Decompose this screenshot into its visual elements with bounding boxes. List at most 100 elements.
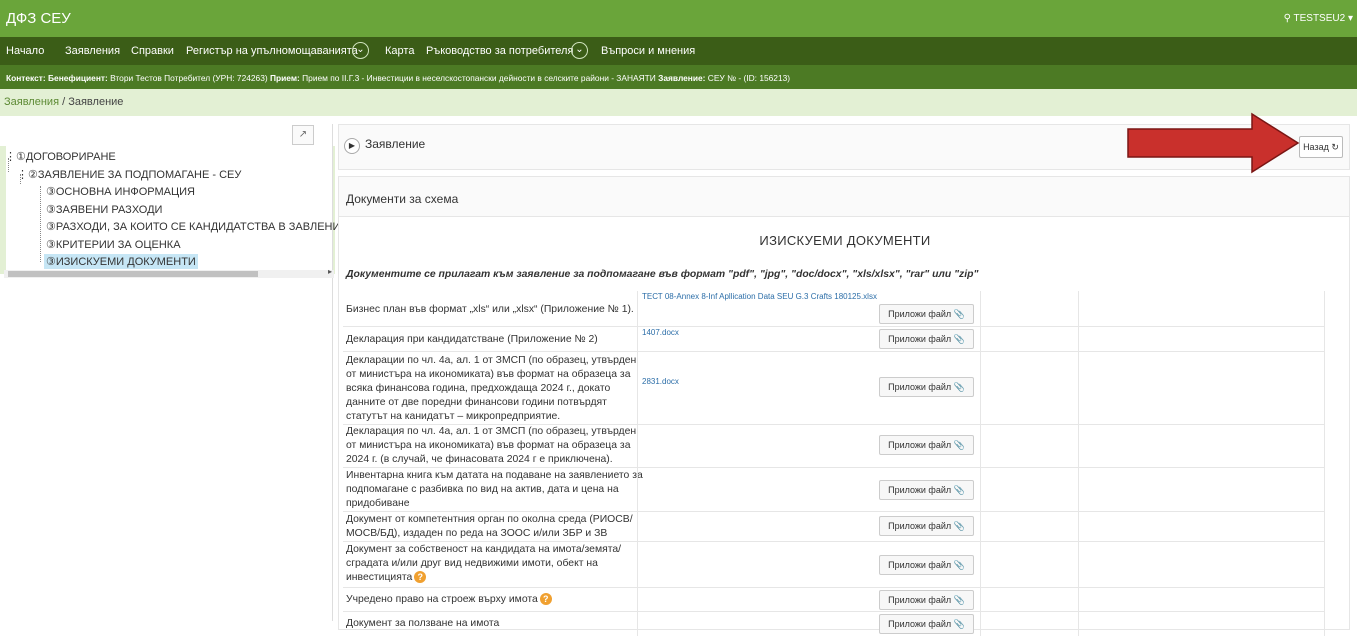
nav-authorizations[interactable]: Регистър на упълномощаванията xyxy=(186,45,358,57)
back-button[interactable]: Назад ↻ xyxy=(1299,136,1343,158)
row-description: Декларация по чл. 4а, ал. 1 от ЗМСП (по … xyxy=(346,426,637,465)
row-description: Бизнес план във формат „xls“ или „xlsx“ … xyxy=(346,304,634,315)
nav-map[interactable]: Карта xyxy=(385,45,414,57)
empty-cell xyxy=(981,468,1079,511)
paperclip-icon: 📎 xyxy=(953,560,965,570)
attach-file-button[interactable]: Приложи файл 📎 xyxy=(879,304,974,324)
attach-label: Приложи файл xyxy=(888,560,952,570)
help-icon[interactable]: ? xyxy=(539,593,552,606)
attach-file-button[interactable]: Приложи файл 📎 xyxy=(879,329,974,349)
user-name: TESTSEU2 xyxy=(1293,13,1346,24)
attach-label: Приложи файл xyxy=(888,382,952,392)
paperclip-icon: 📎 xyxy=(953,382,965,392)
intake-label: Прием: xyxy=(269,73,300,83)
documents-panel: Документи за схема ИЗИСКУЕМИ ДОКУМЕНТИ Д… xyxy=(338,176,1350,636)
paperclip-icon: 📎 xyxy=(953,440,965,450)
breadcrumb-current: Заявление xyxy=(68,96,124,108)
nav-user-guide[interactable]: Ръководство за потребителя xyxy=(426,45,573,57)
tree-leaf-required-docs[interactable]: ③ИЗИСКУЕМИ ДОКУМЕНТИ xyxy=(44,254,198,269)
tree-node-label: ②ЗАЯВЛЕНИЕ ЗА ПОДПОМАГАНЕ - СЕУ xyxy=(28,169,242,181)
back-label: Назад xyxy=(1303,142,1329,152)
uploaded-file-link[interactable]: 1407.docx xyxy=(642,328,679,337)
table-row: Инвентарна книга към датата на подаване … xyxy=(343,468,1325,512)
empty-cell xyxy=(1079,327,1325,351)
attach-file-button[interactable]: Приложи файл 📎 xyxy=(879,435,974,455)
scrollbar-thumb[interactable] xyxy=(8,271,258,277)
tree-toggle-icon[interactable]: ⋮ xyxy=(17,169,28,181)
row-description: Декларации по чл. 4а, ал. 1 от ЗМСП (по … xyxy=(346,355,637,422)
breadcrumb-applications[interactable]: Заявления xyxy=(4,96,59,108)
empty-cell xyxy=(1079,612,1325,636)
row-description: Документ за собственост на кандидата на … xyxy=(346,543,644,585)
intake-value: Прием по II.Г.3 - Инвестиции в неселскос… xyxy=(302,73,656,83)
uploaded-file-link[interactable]: 2831.docx xyxy=(642,377,679,386)
row-description: Учредено право на строеж върху имота? xyxy=(346,593,644,607)
nav-applications[interactable]: Заявления xyxy=(65,45,120,57)
application-value: СЕУ № - (ID: 156213) xyxy=(707,73,791,83)
attach-file-button[interactable]: Приложи файл 📎 xyxy=(879,590,974,610)
tree-connector xyxy=(40,186,41,262)
app-title[interactable]: ДФЗ СЕУ xyxy=(6,10,71,27)
tree-node-application[interactable]: ⋮②ЗАЯВЛЕНИЕ ЗА ПОДПОМАГАНЕ - СЕУ xyxy=(17,168,241,181)
context-label: Контекст: xyxy=(6,73,46,83)
user-icon: ⚲ xyxy=(1283,13,1291,24)
chevron-down-icon[interactable]: ⌄ xyxy=(352,42,369,59)
sidebar-tree-panel: ↗ xyxy=(6,124,333,621)
required-docs-title: ИЗИСКУЕМИ ДОКУМЕНТИ xyxy=(759,233,931,248)
empty-cell xyxy=(981,327,1079,351)
attach-label: Приложи файл xyxy=(888,595,952,605)
file-cell: Приложи файл 📎 xyxy=(637,588,981,611)
beneficiary-value: Втори Тестов Потребител (УРН: 724263) xyxy=(110,73,268,83)
top-bar: ДФЗ СЕУ ⚲ TESTSEU2 ▾ xyxy=(0,0,1357,37)
attach-label: Приложи файл xyxy=(888,309,952,319)
attach-label: Приложи файл xyxy=(888,521,952,531)
table-row: Декларация при кандидатстване (Приложени… xyxy=(343,327,1325,352)
attach-file-button[interactable]: Приложи файл 📎 xyxy=(879,480,974,500)
empty-cell xyxy=(981,588,1079,611)
tree-leaf-declared-costs[interactable]: ③ЗАЯВЕНИ РАЗХОДИ xyxy=(46,203,162,216)
paperclip-icon: 📎 xyxy=(953,334,965,344)
tree-leaf-basic-info[interactable]: ③ОСНОВНА ИНФОРМАЦИЯ xyxy=(46,185,195,198)
empty-cell xyxy=(981,612,1079,636)
nav-reports[interactable]: Справки xyxy=(131,45,174,57)
tree-scrollbar[interactable]: ▸ xyxy=(4,267,334,278)
nav-questions[interactable]: Въпроси и мнения xyxy=(601,45,695,57)
refresh-icon: ↻ xyxy=(1331,142,1339,152)
table-row: Документ за ползване на имота Приложи фа… xyxy=(343,612,1325,636)
row-description: Документ от компетентния орган по околна… xyxy=(346,514,633,539)
table-row: Бизнес план във формат „xls“ или „xlsx“ … xyxy=(343,291,1325,327)
empty-cell xyxy=(1079,512,1325,541)
breadcrumb-separator: / xyxy=(62,96,66,108)
row-description: Документ за ползване на имота xyxy=(346,618,500,629)
table-row: Документ за собственост на кандидата на … xyxy=(343,542,1325,588)
file-cell: Приложи файл 📎 xyxy=(637,512,981,541)
attach-file-button[interactable]: Приложи файл 📎 xyxy=(879,555,974,575)
attach-file-button[interactable]: Приложи файл 📎 xyxy=(879,516,974,536)
paperclip-icon: 📎 xyxy=(953,619,965,629)
empty-cell xyxy=(1079,588,1325,611)
scroll-right-icon[interactable]: ▸ xyxy=(328,267,332,276)
uploaded-file-link[interactable]: ТЕСТ 08-Annex 8-Inf Apllication Data SEU… xyxy=(642,292,877,301)
panel-title: Заявление xyxy=(365,137,426,151)
tree-node-contracting[interactable]: ⋮①ДОГОВОРИРАНЕ xyxy=(5,150,116,163)
file-cell: Приложи файл 📎 xyxy=(637,468,981,511)
file-cell: 1407.docx Приложи файл 📎 xyxy=(637,327,981,351)
help-icon[interactable]: ? xyxy=(414,571,427,584)
empty-cell xyxy=(1079,468,1325,511)
attach-file-button[interactable]: Приложи файл 📎 xyxy=(879,614,974,634)
tree-leaf-applied-costs[interactable]: ③РАЗХОДИ, ЗА КОИТО СЕ КАНДИДАТСТВА В ЗАВ… xyxy=(46,220,363,233)
tree-toggle-icon[interactable]: ⋮ xyxy=(5,151,16,163)
tree-node-label: ①ДОГОВОРИРАНЕ xyxy=(16,151,116,163)
table-row: Декларации по чл. 4а, ал. 1 от ЗМСП (по … xyxy=(343,352,1325,425)
chevron-down-icon[interactable]: ⌄ xyxy=(571,42,588,59)
table-row: Документ от компетентния орган по околна… xyxy=(343,512,1325,542)
nav-home[interactable]: Начало xyxy=(6,45,44,57)
play-icon[interactable]: ▶ xyxy=(344,138,360,154)
expand-icon[interactable]: ↗ xyxy=(292,125,314,145)
paperclip-icon: 📎 xyxy=(953,485,965,495)
tree-leaf-criteria[interactable]: ③КРИТЕРИИ ЗА ОЦЕНКА xyxy=(46,238,181,251)
row-description-text: Документ за собственост на кандидата на … xyxy=(346,544,622,583)
empty-cell xyxy=(981,512,1079,541)
attach-file-button[interactable]: Приложи файл 📎 xyxy=(879,377,974,397)
user-menu[interactable]: ⚲ TESTSEU2 ▾ xyxy=(1284,13,1353,24)
